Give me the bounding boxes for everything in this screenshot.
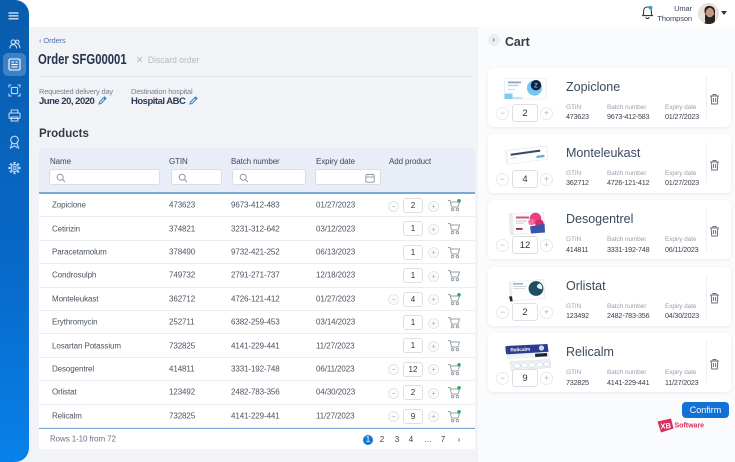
svg-text:XB: XB: [660, 421, 672, 431]
svg-text:Relicalm: Relicalm: [510, 347, 530, 354]
svg-text:Z: Z: [534, 83, 538, 89]
svg-text:Software: Software: [675, 423, 705, 430]
